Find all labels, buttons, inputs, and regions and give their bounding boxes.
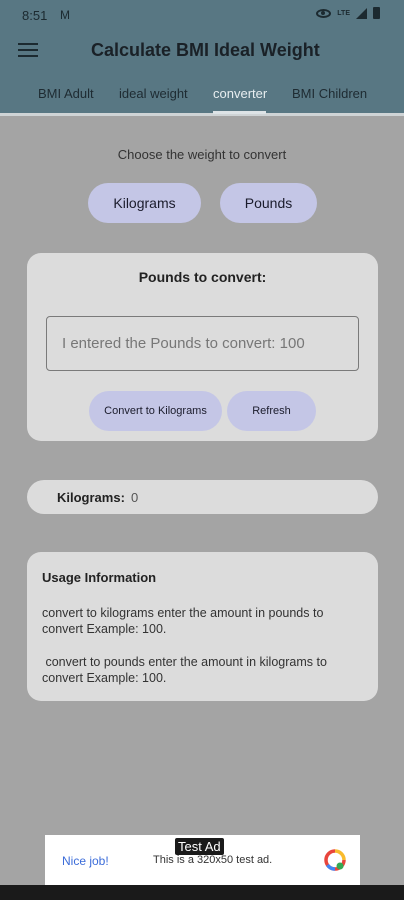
status-bar: 8:51 M LTE	[0, 0, 404, 32]
convert-to-kilograms-button[interactable]: Convert to Kilograms	[89, 391, 222, 431]
tab-bmi-adult[interactable]: BMI Adult	[38, 86, 94, 116]
result-value: 0	[131, 490, 139, 505]
tab-ideal-weight[interactable]: ideal weight	[119, 86, 188, 116]
input-card-title: Pounds to convert:	[138, 269, 267, 285]
menu-icon[interactable]	[18, 43, 38, 57]
status-icons: LTE	[316, 7, 380, 19]
pounds-input[interactable]	[46, 316, 359, 371]
lte-icon: LTE	[337, 9, 350, 17]
ad-text: This is a 320x50 test ad.	[153, 854, 273, 866]
navigation-bar	[0, 885, 404, 900]
kilograms-button[interactable]: Kilograms	[88, 183, 201, 223]
usage-title: Usage Information	[42, 570, 157, 585]
signal-icon	[356, 7, 367, 19]
result-card: Kilograms: 0	[27, 480, 378, 514]
pounds-button[interactable]: Pounds	[220, 183, 317, 223]
tab-bmi-children[interactable]: BMI Children	[292, 86, 367, 116]
result-label: Kilograms:	[57, 490, 125, 505]
mail-icon: M	[60, 8, 70, 22]
tab-bar: BMI Adult ideal weight converter BMI Chi…	[0, 86, 404, 116]
refresh-button[interactable]: Refresh	[227, 391, 316, 431]
status-time: 8:51	[22, 8, 48, 23]
usage-paragraph-kilograms: convert to kilograms enter the amount in…	[42, 606, 324, 636]
app-title: Calculate BMI Ideal Weight	[91, 40, 320, 60]
usage-card: Usage Information convert to kilograms e…	[27, 552, 378, 701]
eye-icon	[316, 8, 332, 18]
app-bar: Calculate BMI Ideal Weight BMI Adult ide…	[0, 32, 404, 116]
battery-icon	[373, 7, 380, 19]
test-ad-tag: Test Ad	[175, 838, 224, 855]
ad-nice-job-link[interactable]: Nice job!	[62, 854, 109, 868]
tab-indicator	[213, 111, 266, 114]
ad-logo-icon	[324, 849, 346, 871]
usage-paragraph-pounds: convert to pounds enter the amount in ki…	[42, 655, 331, 685]
choose-weight-label: Choose the weight to convert	[117, 147, 287, 162]
input-card: Pounds to convert: Convert to Kilograms …	[27, 253, 378, 441]
